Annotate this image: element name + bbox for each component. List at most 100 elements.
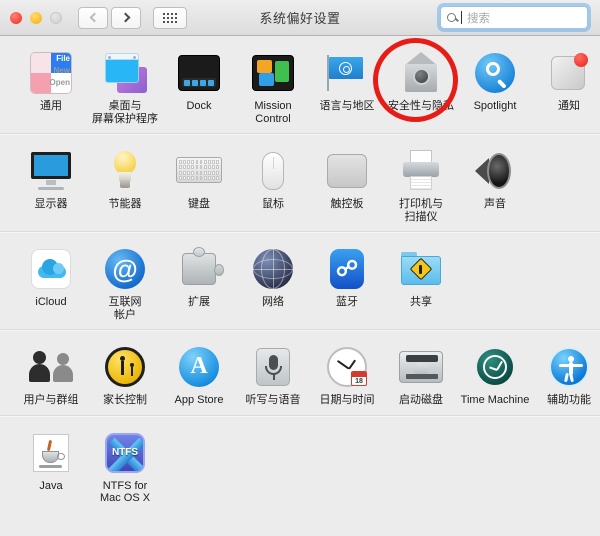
traffic-lights bbox=[10, 11, 62, 24]
pane-label: 辅助功能 bbox=[547, 394, 591, 406]
pane-language-region[interactable]: 语言与地区 bbox=[310, 46, 384, 125]
pane-row: File New Open 通用 桌面与 屏幕保护程序 Dock Mission… bbox=[0, 46, 600, 125]
sound-icon bbox=[472, 148, 518, 194]
chevron-right-icon bbox=[120, 12, 130, 23]
pane-label: Java bbox=[39, 479, 63, 492]
pane-accessibility[interactable]: 辅助功能 bbox=[532, 340, 600, 407]
pane-label: 桌面与 屏幕保护程序 bbox=[92, 100, 158, 125]
pane-label: NTFS for Mac OS X bbox=[99, 479, 151, 505]
pane-label: 听写与语音 bbox=[245, 394, 301, 406]
pane-trackpad[interactable]: 触控板 bbox=[310, 144, 384, 223]
pane-dictation-speech[interactable]: 听写与语音 bbox=[236, 340, 310, 407]
pane-extensions[interactable]: 扩展 bbox=[162, 242, 236, 321]
pane-time-machine[interactable]: Time Machine bbox=[458, 340, 532, 407]
pane-displays[interactable]: 显示器 bbox=[14, 144, 88, 223]
pane-icloud[interactable]: iCloud bbox=[14, 242, 88, 321]
accessibility-icon bbox=[546, 344, 592, 390]
pane-bluetooth[interactable]: ☍ 蓝牙 bbox=[310, 242, 384, 321]
pane-sound[interactable]: 声音 bbox=[458, 144, 532, 223]
pane-parental-controls[interactable]: 家长控制 bbox=[88, 340, 162, 407]
pane-label: iCloud bbox=[35, 296, 67, 308]
dictation-speech-icon bbox=[250, 344, 296, 390]
mission-control-icon bbox=[250, 50, 296, 96]
pane-notifications[interactable]: 通知 bbox=[532, 46, 600, 125]
date-badge-day: 18 bbox=[355, 378, 363, 385]
security-privacy-icon bbox=[398, 50, 444, 96]
pane-desktop-screensaver[interactable]: 桌面与 屏幕保护程序 bbox=[88, 46, 162, 125]
pane-label: 打印机与 扫描仪 bbox=[399, 198, 443, 223]
pane-energy-saver[interactable]: 节能器 bbox=[88, 144, 162, 223]
dock-icon bbox=[176, 50, 222, 96]
spotlight-icon bbox=[472, 50, 518, 96]
date-time-icon: 18 bbox=[324, 344, 370, 390]
pane-label: 鼠标 bbox=[262, 198, 284, 210]
minimize-button[interactable] bbox=[30, 11, 42, 24]
search-placeholder: 搜索 bbox=[467, 12, 490, 25]
trackpad-icon bbox=[324, 148, 370, 194]
parental-controls-icon bbox=[102, 344, 148, 390]
pane-spotlight[interactable]: Spotlight bbox=[458, 46, 532, 125]
preference-panes: File New Open 通用 桌面与 屏幕保护程序 Dock Mission… bbox=[0, 36, 600, 536]
section-other: Java NTFS NTFS for Mac OS X bbox=[0, 416, 600, 513]
pane-label: Time Machine bbox=[460, 394, 530, 406]
pane-label: 启动磁盘 bbox=[399, 394, 443, 406]
pane-security-privacy[interactable]: 安全性与隐私 bbox=[384, 46, 458, 125]
close-button[interactable] bbox=[10, 11, 22, 24]
zoom-button bbox=[50, 11, 62, 24]
pane-label: 显示器 bbox=[34, 198, 68, 210]
bluetooth-icon: ☍ bbox=[324, 246, 370, 292]
pane-network[interactable]: 网络 bbox=[236, 242, 310, 321]
extensions-icon bbox=[176, 246, 224, 292]
energy-saver-icon bbox=[102, 148, 148, 194]
pane-keyboard[interactable]: 键盘 bbox=[162, 144, 236, 223]
pane-startup-disk[interactable]: 启动磁盘 bbox=[384, 340, 458, 407]
pane-label: Mission Control bbox=[254, 100, 292, 125]
pane-label: 用户与群组 bbox=[23, 394, 79, 406]
search-icon bbox=[447, 13, 456, 22]
pane-sharing[interactable]: 共享 bbox=[384, 242, 458, 321]
pane-row: Java NTFS NTFS for Mac OS X bbox=[0, 426, 600, 505]
ntfs-icon: NTFS bbox=[102, 430, 148, 476]
app-store-icon: A bbox=[176, 344, 222, 390]
pane-printers-scanners[interactable]: 打印机与 扫描仪 bbox=[384, 144, 458, 223]
pane-java[interactable]: Java bbox=[14, 426, 88, 505]
java-icon bbox=[28, 430, 74, 476]
time-machine-icon bbox=[472, 344, 518, 390]
pane-users-groups[interactable]: 用户与群组 bbox=[14, 340, 88, 407]
pane-row: 用户与群组 家长控制 A App Store 听写与语音 18 日期与时间 启动… bbox=[0, 340, 600, 407]
pane-label: 互联网 帐户 bbox=[108, 296, 142, 321]
forward-button[interactable] bbox=[111, 6, 141, 29]
pane-label: 语言与地区 bbox=[319, 100, 375, 112]
pane-label: Dock bbox=[186, 100, 212, 112]
pane-label: 日期与时间 bbox=[319, 394, 375, 406]
search-input[interactable]: 搜索 bbox=[440, 6, 588, 29]
pane-row: 显示器 节能器 键盘 鼠标 触控板 打印机与 扫描仪 声音 bbox=[0, 144, 600, 223]
navigation-buttons bbox=[78, 6, 141, 29]
section-system: 用户与群组 家长控制 A App Store 听写与语音 18 日期与时间 启动… bbox=[0, 330, 600, 416]
grid-icon bbox=[163, 12, 177, 23]
pane-row: iCloud @ 互联网 帐户 扩展 网络 ☍ 蓝牙 共享 bbox=[0, 242, 600, 321]
pane-dock[interactable]: Dock bbox=[162, 46, 236, 125]
system-preferences-window: 系统偏好设置 搜索 File New Open 通用 桌面与 屏幕保护程序 Do… bbox=[0, 0, 600, 536]
pane-internet-accounts[interactable]: @ 互联网 帐户 bbox=[88, 242, 162, 321]
pane-general[interactable]: File New Open 通用 bbox=[14, 46, 88, 125]
pane-label: 键盘 bbox=[188, 198, 210, 210]
pane-mouse[interactable]: 鼠标 bbox=[236, 144, 310, 223]
titlebar: 系统偏好设置 搜索 bbox=[0, 0, 600, 36]
chevron-left-icon bbox=[89, 12, 99, 23]
internet-accounts-icon: @ bbox=[102, 246, 148, 292]
general-icon: File New Open bbox=[28, 50, 74, 96]
pane-date-time[interactable]: 18 日期与时间 bbox=[310, 340, 384, 407]
network-icon bbox=[250, 246, 296, 292]
pane-label: 触控板 bbox=[330, 198, 364, 210]
pane-mission-control[interactable]: Mission Control bbox=[236, 46, 310, 125]
pane-ntfs-for-mac[interactable]: NTFS NTFS for Mac OS X bbox=[88, 426, 162, 505]
sharing-icon bbox=[398, 246, 444, 292]
keyboard-icon bbox=[176, 148, 222, 194]
show-all-button[interactable] bbox=[153, 6, 187, 29]
desktop-screensaver-icon bbox=[102, 50, 148, 96]
pane-label: 扩展 bbox=[188, 296, 210, 308]
pane-app-store[interactable]: A App Store bbox=[162, 340, 236, 407]
pane-label: 安全性与隐私 bbox=[388, 100, 454, 112]
users-groups-icon bbox=[28, 344, 74, 390]
